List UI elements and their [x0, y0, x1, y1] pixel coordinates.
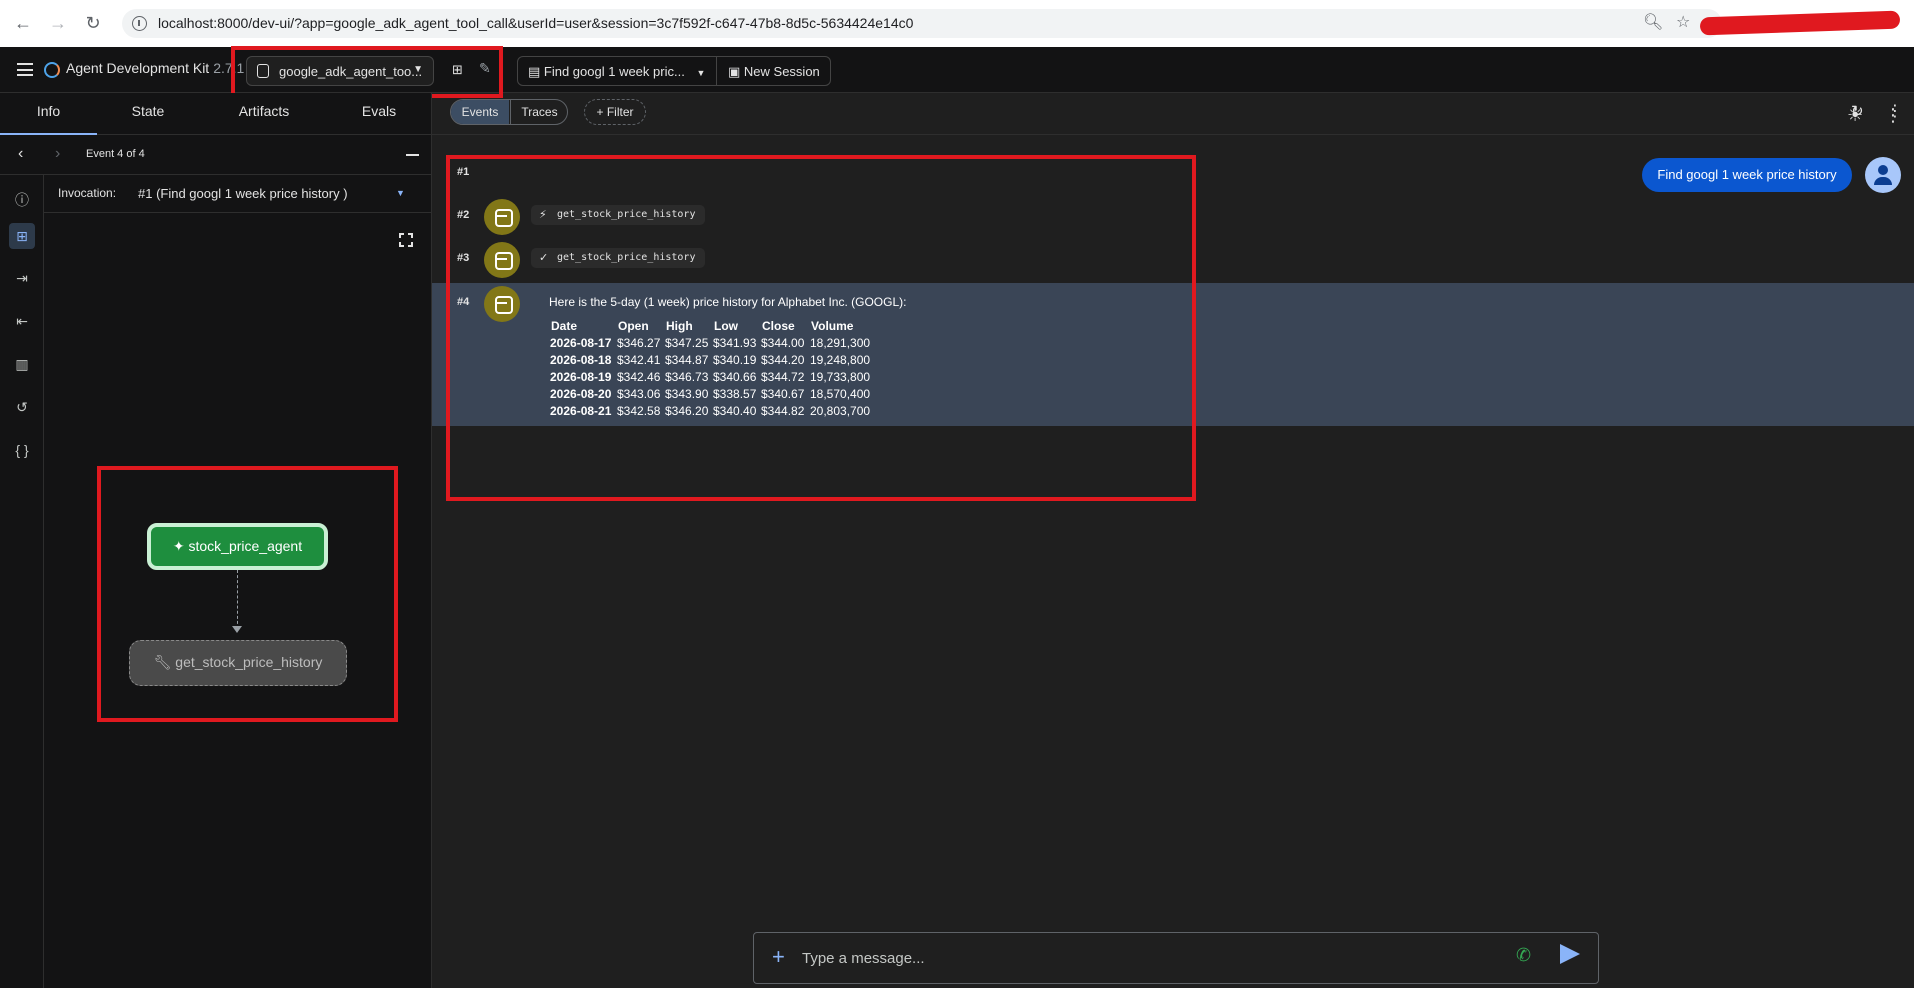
- response-icon[interactable]: ⇤: [9, 308, 35, 334]
- json-braces-icon[interactable]: { }: [9, 437, 35, 463]
- graph-edge: [237, 570, 238, 629]
- filter-label: Filter: [606, 105, 634, 119]
- wrench-icon: 🔧︎: [153, 654, 176, 670]
- tool-node[interactable]: 🔧︎ get_stock_price_history: [129, 640, 347, 686]
- agent-graph-icon[interactable]: ⊞: [452, 62, 468, 78]
- collapse-icon[interactable]: [406, 154, 419, 156]
- site-info-icon[interactable]: [132, 16, 147, 31]
- chevron-left-icon[interactable]: ‹: [18, 145, 23, 163]
- filter-button[interactable]: + Filter: [584, 99, 646, 125]
- tab-traces[interactable]: Traces: [510, 100, 567, 124]
- user-message-bubble[interactable]: Find googl 1 week price history: [1642, 158, 1852, 192]
- user-avatar: [1865, 157, 1901, 193]
- invocation-selector[interactable]: Invocation: #1 (Find googl 1 week price …: [44, 175, 432, 213]
- invocation-value: #1 (Find googl 1 week price history ): [138, 186, 348, 201]
- agent-selector-label: google_adk_agent_too...: [279, 64, 423, 79]
- tab-info[interactable]: Info: [0, 93, 97, 135]
- divider: [716, 57, 717, 85]
- fullscreen-icon[interactable]: [399, 233, 413, 247]
- bookmark-star-icon[interactable]: ☆: [1676, 12, 1690, 34]
- more-options-icon[interactable]: ⋮: [1887, 101, 1903, 121]
- detail-rail: ⓘ ⊞ ⇥ ⇤ ▥ ↺ { }: [0, 175, 44, 988]
- events-toolbar: [432, 93, 1914, 135]
- request-icon[interactable]: ⇥: [9, 265, 35, 291]
- zoom-icon[interactable]: 🔍︎: [1643, 12, 1663, 34]
- event-navigator: ‹ › Event 4 of 4: [0, 135, 432, 175]
- reload-icon[interactable]: ↻: [82, 12, 104, 34]
- menu-icon[interactable]: [17, 63, 33, 76]
- forward-arrow-icon[interactable]: →: [47, 12, 69, 34]
- new-session-button[interactable]: ▣ New Session: [728, 64, 820, 80]
- side-panel-tabs: Info State Artifacts Evals: [0, 93, 432, 135]
- events-traces-toggle: Events Traces: [450, 99, 568, 125]
- session-title-text: Find googl 1 week pric...: [543, 64, 685, 79]
- message-composer: + ✆: [753, 932, 1599, 984]
- agent-node[interactable]: ✦ stock_price_agent: [147, 523, 328, 570]
- invocation-label: Invocation:: [58, 186, 117, 200]
- tab-events[interactable]: Events: [451, 100, 509, 124]
- chevron-down-icon: ▼: [696, 68, 706, 78]
- browser-toolbar: ← → ↻ localhost:8000/dev-ui/?app=google_…: [0, 0, 1914, 47]
- url-text[interactable]: localhost:8000/dev-ui/?app=google_adk_ag…: [158, 15, 913, 31]
- app-title-text: Agent Development Kit: [66, 60, 210, 76]
- add-attachment-icon[interactable]: +: [772, 944, 785, 970]
- chat-icon: ▤: [528, 64, 544, 79]
- agent-selector[interactable]: google_adk_agent_too... ▼: [246, 56, 434, 86]
- event-counter: Event 4 of 4: [86, 148, 145, 160]
- chart-icon[interactable]: ▥: [9, 351, 35, 377]
- message-input[interactable]: [802, 947, 1442, 969]
- address-bar[interactable]: localhost:8000/dev-ui/?app=google_adk_ag…: [122, 9, 1722, 38]
- graph-edge-arrow: [232, 626, 242, 633]
- back-arrow-icon[interactable]: ←: [12, 12, 34, 34]
- chevron-right-icon[interactable]: ›: [55, 145, 60, 163]
- new-session-label: New Session: [743, 64, 820, 79]
- phone-call-icon[interactable]: ✆: [1516, 945, 1531, 966]
- graph-icon[interactable]: ⊞: [9, 223, 35, 249]
- adk-logo-icon: [44, 62, 60, 78]
- plus-icon: +: [596, 105, 607, 119]
- session-title[interactable]: ▤ Find googl 1 week pric... ▼: [528, 64, 705, 80]
- chevron-down-icon: ▼: [396, 188, 405, 198]
- refresh-icon[interactable]: ↻: [1851, 102, 1864, 120]
- tool-node-label: get_stock_price_history: [175, 654, 323, 670]
- add-chat-icon: ▣: [728, 64, 744, 79]
- redaction-mark: [1699, 10, 1901, 36]
- tab-artifacts[interactable]: Artifacts: [209, 93, 319, 135]
- highlight-box-events: [446, 155, 1196, 501]
- sparkle-icon: ✦: [172, 538, 189, 554]
- info-icon[interactable]: ⓘ: [9, 187, 35, 213]
- send-icon[interactable]: [1560, 944, 1580, 964]
- agent-icon: [257, 64, 269, 78]
- chevron-down-icon: ▼: [413, 64, 423, 75]
- tab-evals[interactable]: Evals: [327, 93, 431, 135]
- app-title: Agent Development Kit 2.7.1: [66, 60, 244, 76]
- sync-check-icon[interactable]: ↺: [9, 394, 35, 420]
- edit-pencil-icon[interactable]: ✎: [479, 60, 491, 77]
- tab-state[interactable]: State: [97, 93, 199, 135]
- session-selector[interactable]: ▤ Find googl 1 week pric... ▼ ▣ New Sess…: [517, 56, 831, 86]
- agent-node-label: stock_price_agent: [188, 538, 303, 554]
